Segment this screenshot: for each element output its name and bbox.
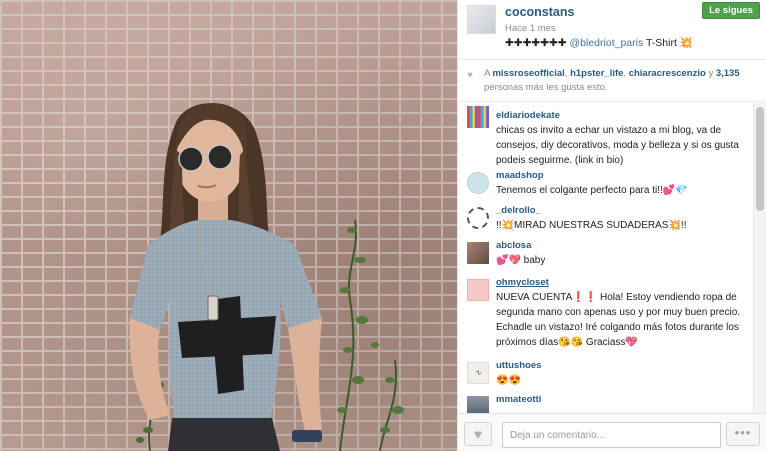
liker-link[interactable]: missroseofficial [492,68,564,79]
comment-username[interactable]: eldiariodekate [496,109,750,123]
comment-avatar[interactable] [467,396,489,413]
caption-emoji: 💥 [679,37,693,49]
comment-username[interactable]: ohmycloset [496,276,750,290]
post-caption: ✚✚✚✚✚✚✚ @bledriot_paris T-Shirt 💥 [505,36,693,49]
post-username[interactable]: coconstans [505,5,574,19]
comment-item: _delrollo_ !!💥MIRAD NUESTRAS SUDADERAS💥!… [458,204,754,239]
likes-separator: , [564,68,568,79]
caption-text: T-Shirt [645,37,677,49]
ivy-right [337,219,404,451]
comment-text: 💕💖 baby [496,255,546,266]
comment-avatar[interactable] [467,172,489,194]
comment-item: ohmycloset NUEVA CUENTA❗️❗️ Hola! Estoy … [458,276,754,359]
comment-username[interactable]: uttushoes [496,359,750,373]
comment-item: abclosa 💕💖 baby [458,239,754,276]
like-button[interactable]: ♥ [464,422,492,446]
comments-scrollbar[interactable] [753,103,766,413]
comment-username[interactable]: _delrollo_ [496,204,750,218]
likes-connector: y [708,68,714,79]
more-options-button[interactable]: ••• [726,422,760,446]
comment-input[interactable] [502,422,721,448]
likes-suffix: personas más les gusta esto. [484,82,608,93]
comment-avatar[interactable] [467,242,489,264]
comment-text: !!💥MIRAD NUESTRAS SUDADERAS💥!! [496,220,687,231]
liker-link[interactable]: h1pster_life [570,68,623,79]
likes-separator: , [623,68,627,79]
comment-username[interactable]: maadshop [496,169,750,183]
comment-avatar[interactable]: ∿ [467,362,489,384]
comments-list[interactable]: eldiariodekate chicas os invito a echar … [458,103,754,413]
post-photo[interactable] [0,0,457,451]
comment-text: chicas os invito a echar un vistazo a mi… [496,125,739,166]
comment-item: ∿ uttushoes 😍😍 [458,359,754,393]
caption-symbols: ✚✚✚✚✚✚✚ [505,37,567,49]
likes-prefix: A [484,68,490,79]
likes-count[interactable]: 3,135 [716,68,740,79]
heart-icon: ♥ [473,426,483,442]
comment-avatar[interactable] [467,106,489,128]
person-illustration [129,103,404,451]
comment-footer: ♥ ••• [458,413,766,451]
post-timestamp: Hace 1 mes [505,23,556,34]
more-options-icon: ••• [734,425,752,440]
comment-avatar[interactable] [467,207,489,229]
following-button[interactable]: Le sigues [702,2,760,19]
post-header: coconstans Hace 1 mes ✚✚✚✚✚✚✚ @bledriot_… [458,0,766,60]
liker-link[interactable]: chiaracrescenzio [629,68,706,79]
comment-item: maadshop Tenemos el colgante perfecto pa… [458,169,754,204]
comment-avatar[interactable] [467,279,489,301]
avatar[interactable] [467,5,496,34]
likes-summary: ♥ A missroseofficial, h1pster_life, chia… [458,60,766,102]
comment-item: mmateotti [458,393,754,413]
comment-username[interactable]: mmateotti [496,393,750,407]
comment-text: Tenemos el colgante perfecto para ti!!💕💎 [496,185,688,196]
caption-mention-link[interactable]: @bledriot_paris [570,37,644,49]
comment-username[interactable]: abclosa [496,239,750,253]
comment-text: NUEVA CUENTA❗️❗️ Hola! Estoy vendiendo r… [496,292,741,348]
heart-icon: ♥ [467,70,473,81]
post-detail-panel: coconstans Hace 1 mes ✚✚✚✚✚✚✚ @bledriot_… [457,0,766,451]
scrollbar-thumb[interactable] [756,107,764,211]
comment-item: eldiariodekate chicas os invito a echar … [458,103,754,169]
comment-text: 😍😍 [496,375,521,386]
